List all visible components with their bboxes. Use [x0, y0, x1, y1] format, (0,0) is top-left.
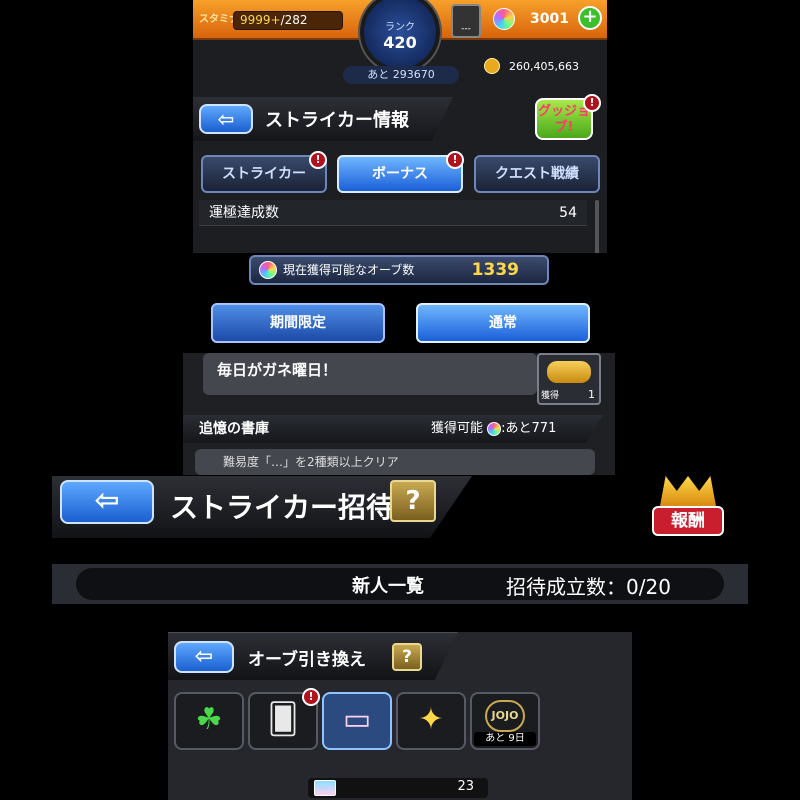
rank-badge: ランク 420: [360, 0, 440, 72]
alert-icon: !: [583, 94, 601, 112]
obtainable-orbs-label: 現在獲得可能なオーブ数: [283, 263, 415, 277]
jojo-icon: JOJO: [485, 700, 525, 732]
tab-bonus[interactable]: ボーナス: [337, 155, 463, 193]
reward-button[interactable]: 報酬: [650, 476, 726, 542]
tab-jojo[interactable]: JOJO あと 9日: [470, 692, 540, 750]
tab-orb-ticket[interactable]: ▭: [322, 692, 392, 750]
add-orb-button[interactable]: +: [578, 6, 602, 30]
rank-label: ランク: [385, 22, 415, 33]
tab-yellow-character[interactable]: ✦: [396, 692, 466, 750]
history-obtainable: 獲得可能 :あと771: [431, 415, 556, 443]
orb-ticket-icon: ▭: [342, 702, 372, 737]
back-button[interactable]: ⇦: [60, 480, 154, 524]
gold-amount: 260,405,663: [509, 60, 579, 73]
obtainable-orbs-bar: 現在獲得可能なオーブ数 1339: [249, 255, 549, 285]
new-list-label[interactable]: 新人一覧: [352, 572, 424, 598]
back-button[interactable]: ⇦: [199, 104, 253, 134]
striker-invite-panel: ⇦ ストライカー招待 ? 報酬 新人一覧 招待成立数：0/20: [52, 476, 748, 604]
stamina-max: /282: [280, 13, 308, 27]
alert-icon: !: [302, 688, 320, 706]
orb-icon: [487, 421, 502, 436]
ticket-count-row: 23: [308, 778, 488, 798]
stat-value: 54: [559, 205, 577, 221]
rank-value: 420: [383, 33, 417, 52]
orb-exchange-panel: ⇦ オーブ引き換え ? ☘ 🂠 ! ▭ ✦ JOJO あと 9日 23: [168, 632, 632, 800]
crown-icon: [660, 476, 716, 506]
clover-hat-icon: ☘: [195, 702, 223, 737]
striker-info-panel: スタミナ 9999+/282 --- 3001 + ランク 420 あと 293…: [193, 0, 607, 255]
alert-icon: !: [446, 151, 464, 169]
invite-count-value: 0/20: [626, 575, 671, 599]
coin-pile-icon: [547, 361, 591, 383]
exchange-title: オーブ引き換え: [248, 650, 366, 670]
invite-count: 招待成立数：0/20: [506, 571, 671, 600]
reward-label: 獲得: [541, 391, 560, 401]
yellow-character-icon: ✦: [418, 702, 444, 737]
mission-list: 毎日がガネ曜日！ 獲得 1 追憶の書庫 獲得可能 :あと771 難易度「…」を2…: [183, 353, 615, 475]
ticket-icon: [314, 780, 336, 796]
invite-status-inner: 新人一覧 招待成立数：0/20: [76, 568, 724, 600]
orb-count: 3001: [530, 11, 569, 27]
invite-status-bar: 新人一覧 招待成立数：0/20: [52, 564, 748, 604]
limited-time-button[interactable]: 期間限定: [211, 303, 385, 343]
card-pack-icon: 🂠: [267, 702, 299, 737]
badge-text: ---: [461, 24, 471, 34]
stamina-current: 9999+: [240, 13, 281, 27]
tab-clover-hat[interactable]: ☘: [174, 692, 244, 750]
alert-icon: !: [309, 151, 327, 169]
stamina-bar: 9999+/282: [233, 11, 343, 30]
badge-slot[interactable]: ---: [451, 4, 481, 38]
gold-coin-icon: [484, 58, 500, 74]
obtainable-orbs-value: 1339: [471, 260, 519, 280]
section-header: ⇦ ストライカー情報: [193, 97, 453, 141]
days-left: あと 9日: [474, 732, 536, 746]
history-obtainable-label: 獲得可能: [431, 421, 484, 436]
invite-title: ストライカー招待: [170, 491, 395, 524]
ticket-count: 23: [457, 779, 474, 794]
orb-bonus-panel: 現在獲得可能なオーブ数 1339 期間限定 通常 毎日がガネ曜日！ 獲得 1 追…: [183, 253, 615, 475]
orb-icon: [259, 261, 277, 279]
mission-item[interactable]: 毎日がガネ曜日！: [203, 353, 537, 395]
normal-button[interactable]: 通常: [416, 303, 590, 343]
help-button[interactable]: ?: [392, 643, 422, 671]
exp-remaining: あと 293670: [343, 66, 459, 84]
orb-icon: [493, 8, 515, 30]
history-title: 追憶の書庫: [199, 421, 269, 437]
stat-label: 運極達成数: [209, 205, 279, 221]
back-button[interactable]: ⇦: [174, 641, 234, 673]
history-remaining: :あと771: [501, 421, 557, 436]
help-button[interactable]: ?: [390, 480, 436, 522]
coin-reward-box: 獲得 1: [537, 353, 601, 405]
history-mission-item[interactable]: 難易度「…」を2種類以上クリア: [195, 449, 595, 475]
history-header: 追憶の書庫 獲得可能 :あと771: [183, 415, 603, 443]
scrollbar[interactable]: [595, 200, 599, 255]
tab-quest-record[interactable]: クエスト戦績: [474, 155, 600, 193]
section-title: ストライカー情報: [265, 110, 409, 131]
exchange-header: ⇦ オーブ引き換え ?: [168, 632, 458, 680]
reward-label: 報酬: [652, 506, 724, 536]
invite-header: ⇦ ストライカー招待 ?: [52, 476, 472, 538]
invite-label: 招待成立数：: [506, 575, 626, 599]
stat-row: 運極達成数 54: [199, 200, 587, 226]
reward-count: 1: [588, 388, 595, 401]
